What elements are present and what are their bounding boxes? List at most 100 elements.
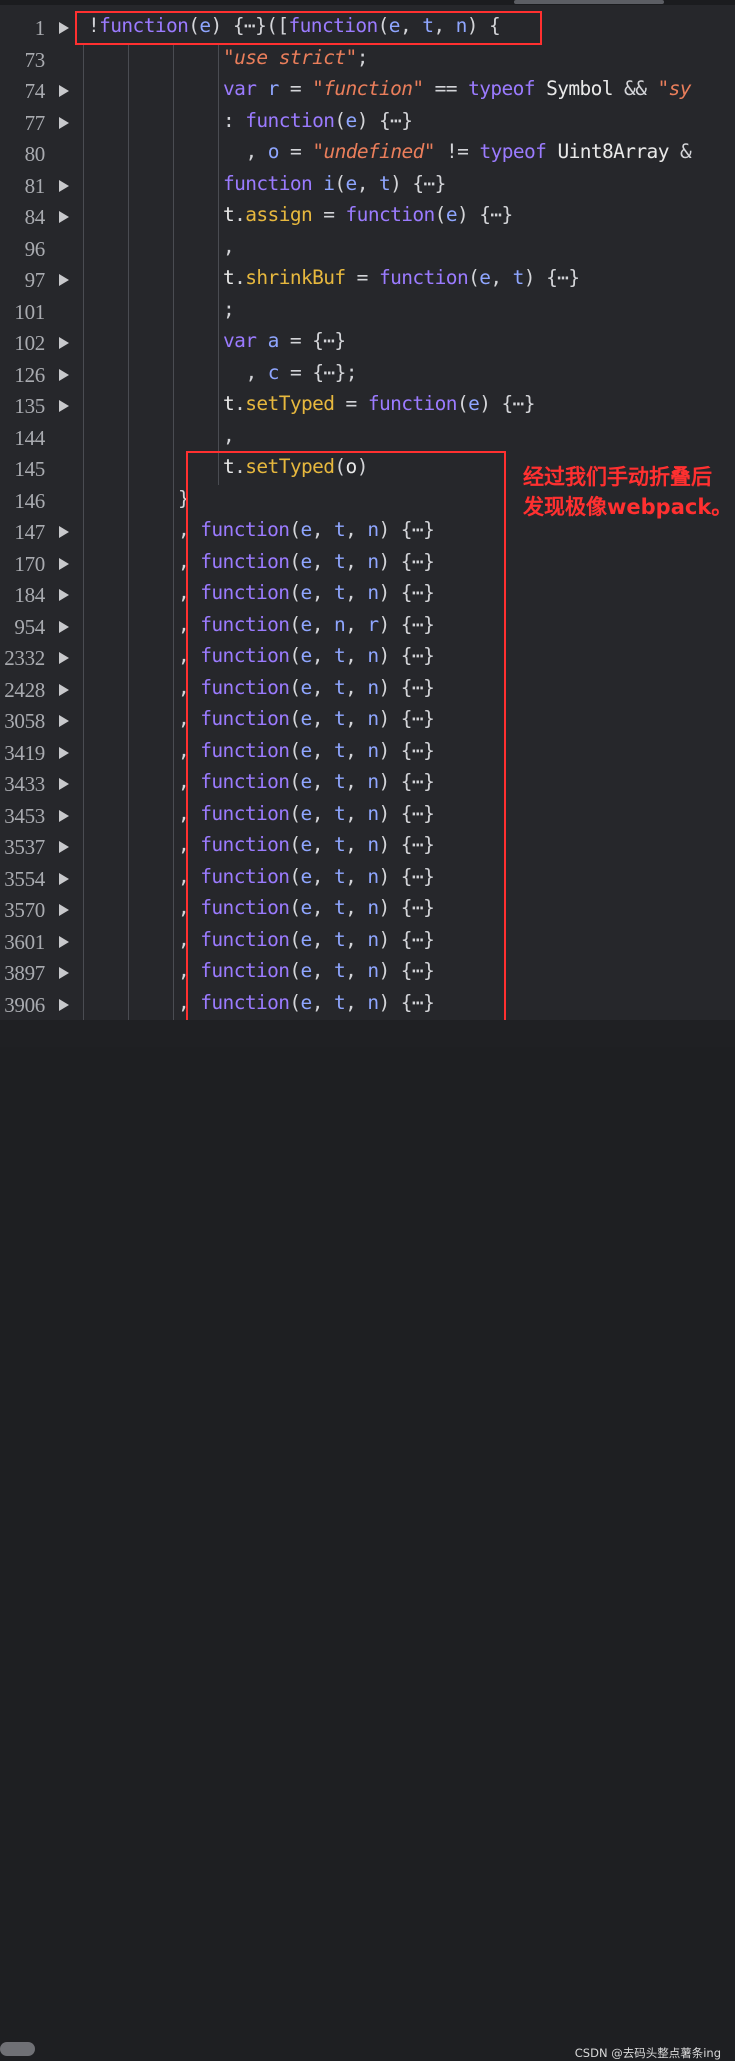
- code-text[interactable]: : function(e) {⋯}: [223, 108, 413, 133]
- fold-toggle-icon[interactable]: [59, 22, 69, 34]
- fold-toggle-icon[interactable]: [59, 526, 69, 538]
- code-text[interactable]: t.assign = function(e) {⋯}: [223, 203, 513, 227]
- fold-toggle-icon[interactable]: [59, 179, 69, 192]
- code-text[interactable]: ,: [223, 235, 235, 259]
- line-number: 84: [24, 205, 46, 229]
- code-token: !=: [434, 140, 480, 163]
- line-number: 3537: [4, 835, 45, 859]
- code-token: ==: [423, 77, 469, 100]
- top-scrollbar[interactable]: [0, 0, 735, 5]
- fold-toggle-icon[interactable]: [59, 841, 69, 853]
- top-scrollbar-thumb[interactable]: [514, 0, 664, 4]
- code-text[interactable]: t.setTyped = function(e) {⋯}: [223, 392, 536, 416]
- fold-toggle-icon[interactable]: [59, 872, 69, 885]
- line-number: 101: [14, 299, 45, 324]
- fold-toggle-icon[interactable]: [59, 967, 69, 979]
- annotation-text: 经过我们手动折叠后 发现极像webpack。: [523, 462, 735, 522]
- code-text[interactable]: "use strict";: [223, 46, 368, 70]
- code-line: 97 t.shrinkBuf = function(e, t) {⋯}: [0, 262, 735, 294]
- fold-toggle-icon[interactable]: [59, 935, 69, 948]
- code-token: }: [434, 171, 447, 195]
- code-token: function: [223, 171, 324, 195]
- code-text[interactable]: ,: [223, 424, 235, 448]
- horizontal-scrollbar-thumb[interactable]: [0, 2042, 35, 2056]
- fold-toggle-icon[interactable]: [59, 620, 69, 633]
- code-token: ,: [245, 360, 268, 384]
- code-token: "undefined": [312, 140, 435, 163]
- code-text[interactable]: ;: [223, 298, 235, 322]
- code-token: typeof: [479, 140, 558, 163]
- code-token: ⋯: [423, 171, 436, 195]
- code-token: typeof: [468, 77, 547, 100]
- line-number: 1: [34, 16, 46, 40]
- line-number: 3453: [4, 803, 45, 828]
- code-text[interactable]: var r = "function" == typeof Symbol && "…: [223, 77, 692, 101]
- code-token: ⋯: [390, 108, 402, 132]
- fold-toggle-icon[interactable]: [59, 683, 69, 696]
- code-text[interactable]: , c = {⋯};: [245, 360, 358, 385]
- fold-toggle-icon[interactable]: [59, 337, 69, 349]
- fold-toggle-icon[interactable]: [59, 400, 69, 412]
- code-token: var: [223, 329, 268, 352]
- line-number: 102: [14, 331, 45, 355]
- code-token: "sy: [657, 77, 691, 100]
- code-line: 77 : function(e) {⋯}: [0, 105, 735, 137]
- bottom-bar: CSDN @去码头整点薯条ing: [0, 1020, 735, 2060]
- code-token: "function": [312, 77, 424, 100]
- code-token: (: [456, 392, 469, 415]
- code-token: =: [312, 203, 346, 226]
- code-token: = {: [278, 329, 324, 352]
- code-token: }: [501, 203, 514, 226]
- line-number: 3570: [4, 898, 45, 922]
- code-token: ) {: [356, 108, 391, 132]
- code-token: Symbol: [546, 77, 613, 100]
- code-token: &: [668, 140, 692, 163]
- line-number: 184: [14, 583, 45, 607]
- code-text[interactable]: t.shrinkBuf = function(e, t) {⋯}: [223, 266, 580, 290]
- code-token: assign: [245, 203, 313, 226]
- fold-toggle-icon[interactable]: [59, 589, 69, 601]
- code-token: (: [334, 108, 346, 132]
- line-number: 3554: [4, 866, 45, 891]
- highlight-box-modules: [186, 451, 506, 1020]
- code-token: function: [378, 266, 469, 289]
- code-token: e: [445, 203, 458, 226]
- fold-toggle-icon[interactable]: [59, 274, 69, 286]
- fold-toggle-icon[interactable]: [59, 85, 69, 97]
- code-text[interactable]: , o = "undefined" != typeof Uint8Array &: [246, 140, 692, 164]
- watermark: CSDN @去码头整点薯条ing: [574, 2046, 721, 2060]
- code-text[interactable]: function i(e, t) {⋯}: [223, 172, 446, 196]
- line-number: 81: [24, 173, 46, 198]
- highlight-box-top: [75, 11, 542, 45]
- code-token: :: [223, 108, 246, 132]
- fold-toggle-icon[interactable]: [59, 715, 69, 727]
- fold-toggle-icon[interactable]: [59, 904, 69, 916]
- code-line: 144,: [0, 420, 735, 452]
- code-token: =: [278, 77, 313, 100]
- fold-toggle-icon[interactable]: [59, 368, 69, 381]
- line-number: 3433: [4, 772, 45, 796]
- fold-toggle-icon[interactable]: [59, 998, 69, 1011]
- code-token: t: [223, 392, 235, 415]
- line-number: 3906: [4, 992, 45, 1017]
- fold-toggle-icon[interactable]: [59, 211, 69, 223]
- code-editor[interactable]: 1 !function(e) {⋯}([function(e, t, n) {73…: [0, 0, 735, 1020]
- code-token: = {: [278, 360, 324, 384]
- line-number: 80: [24, 142, 46, 166]
- code-token: =: [334, 392, 368, 415]
- fold-toggle-icon[interactable]: [59, 746, 69, 759]
- fold-toggle-icon[interactable]: [59, 557, 69, 570]
- line-number: 77: [24, 110, 46, 135]
- code-token: function: [367, 392, 458, 415]
- code-token: e: [345, 171, 358, 195]
- fold-toggle-icon[interactable]: [59, 652, 69, 664]
- code-token: }: [523, 392, 536, 415]
- fold-toggle-icon[interactable]: [59, 116, 69, 129]
- code-token: ,: [356, 171, 379, 195]
- fold-toggle-icon[interactable]: [59, 778, 69, 790]
- line-number: 96: [24, 236, 46, 261]
- code-token: }: [334, 329, 346, 352]
- fold-toggle-icon[interactable]: [59, 809, 69, 822]
- code-text[interactable]: var a = {⋯}: [223, 329, 346, 353]
- code-token: ⋯: [557, 266, 569, 289]
